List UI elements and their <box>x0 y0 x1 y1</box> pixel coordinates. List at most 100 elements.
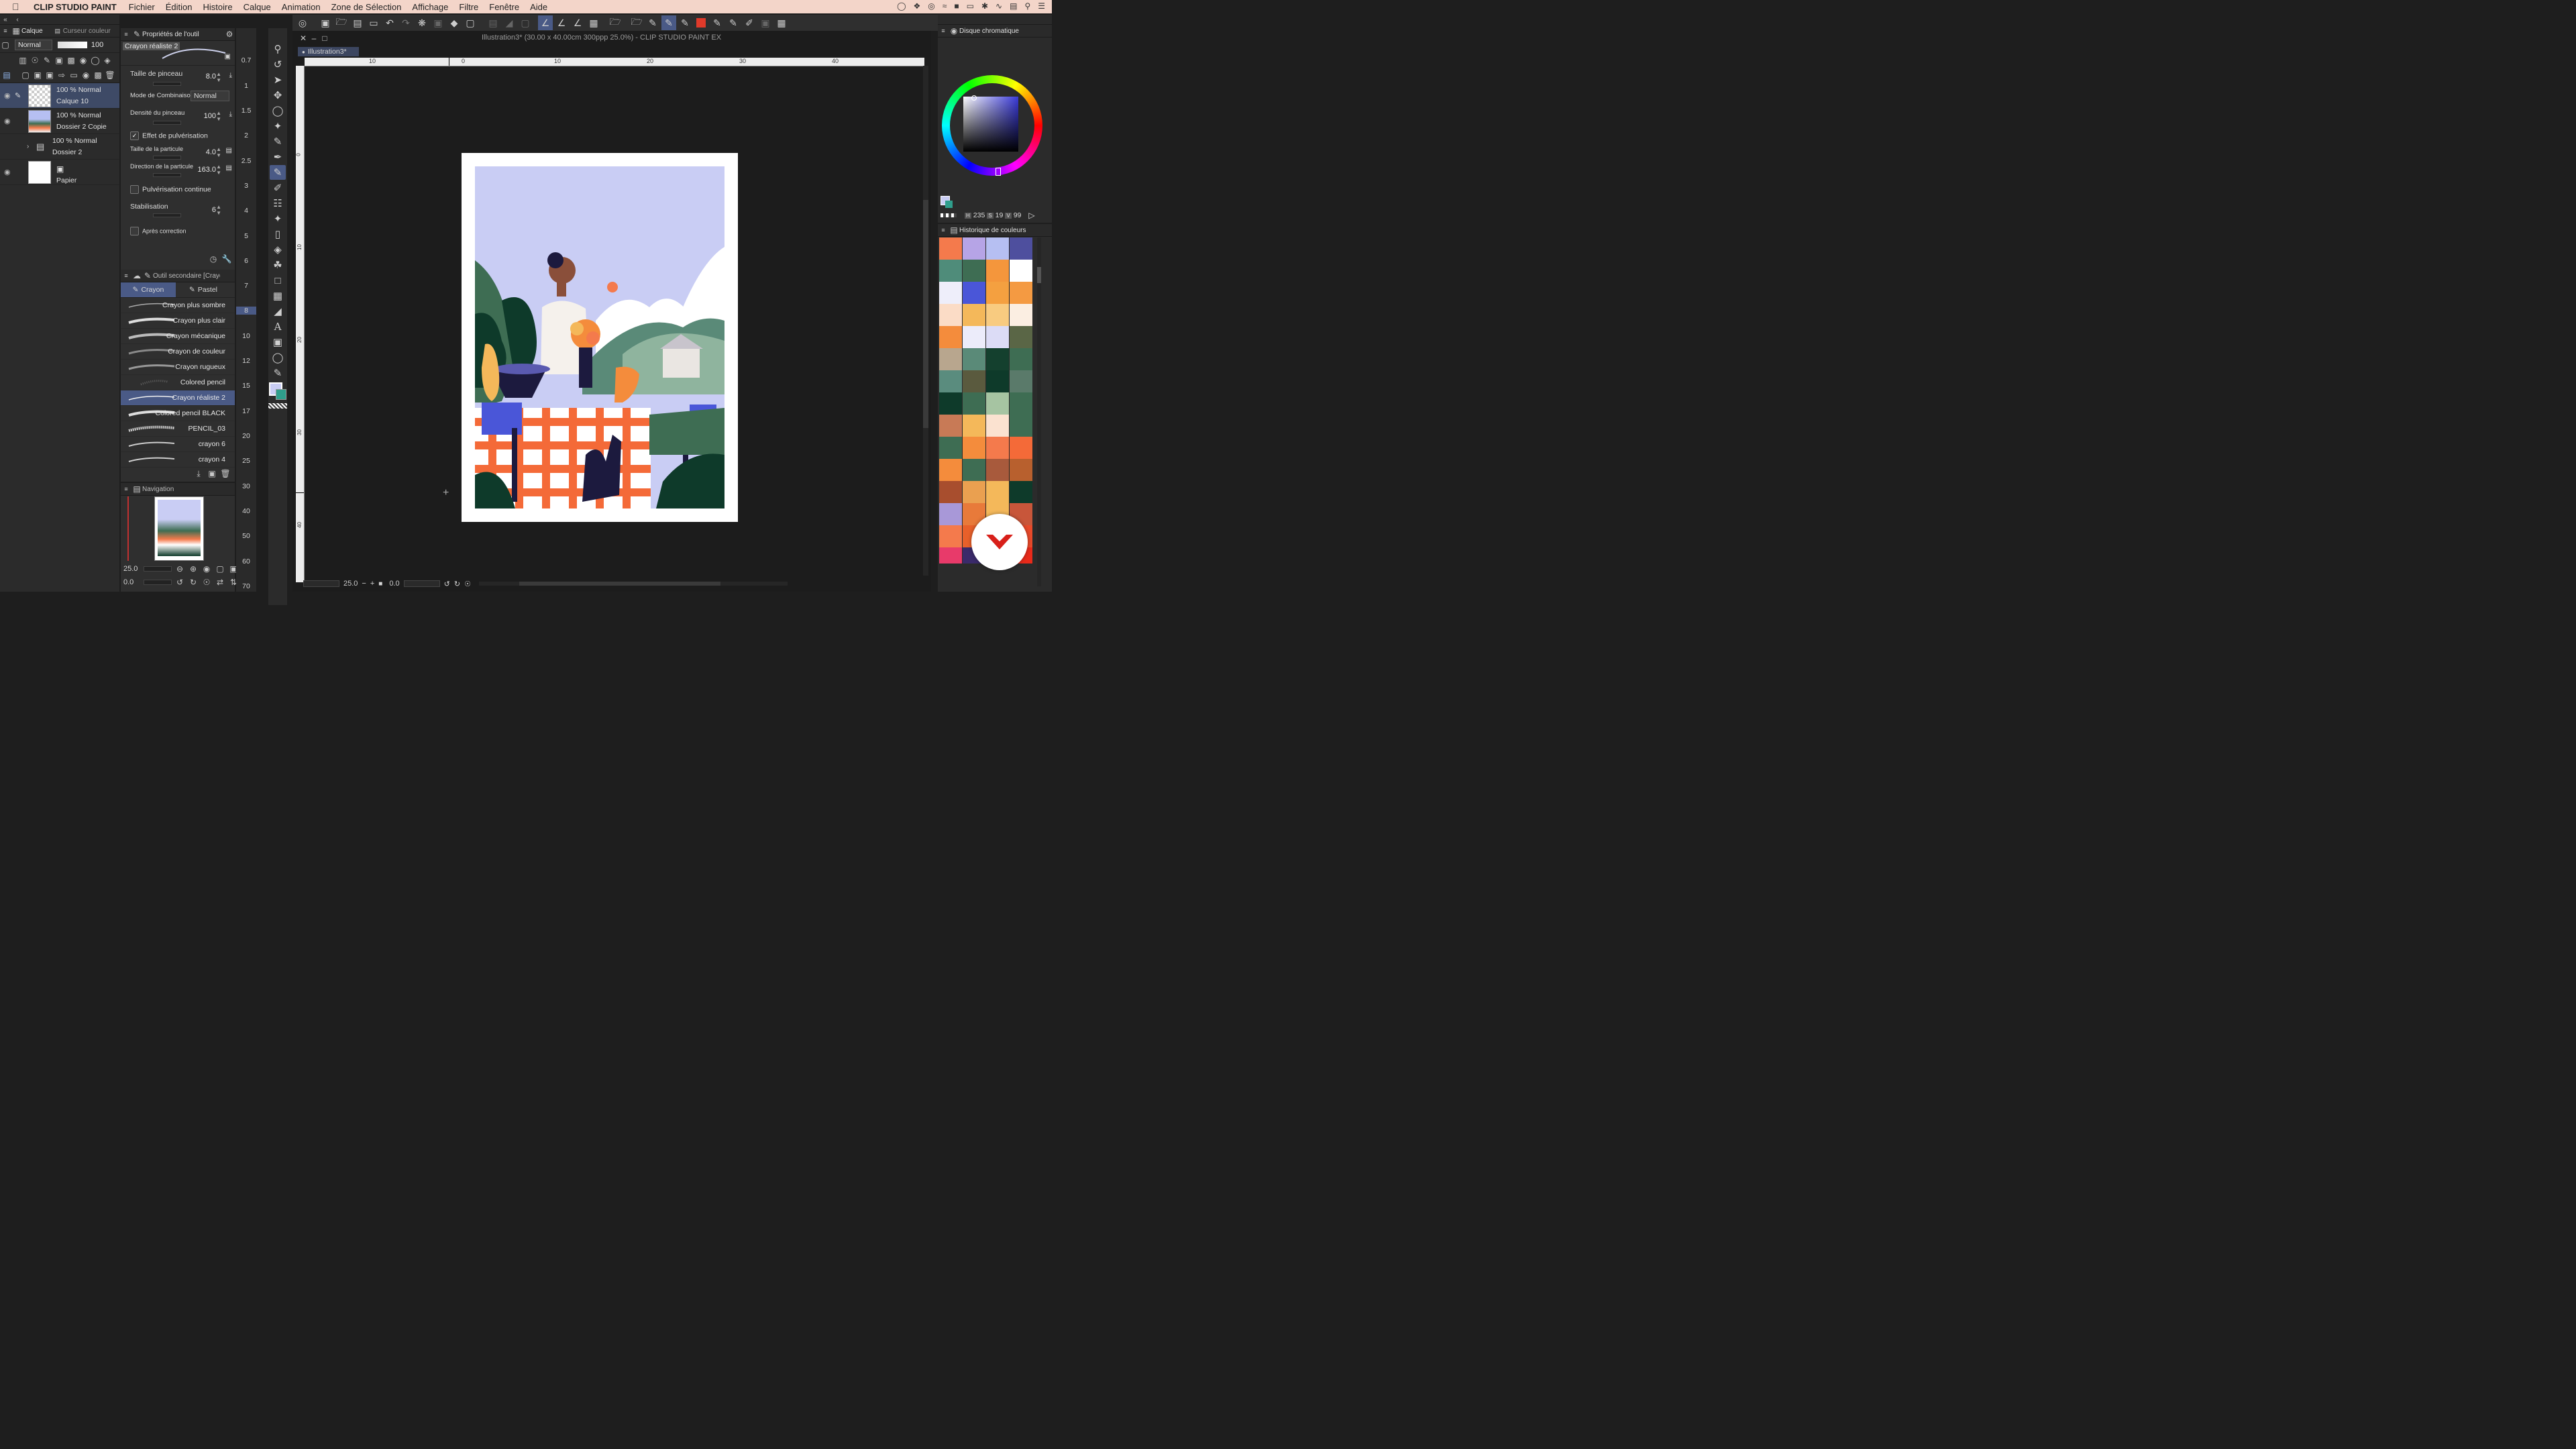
sync-icon[interactable]: ◎ <box>928 1 934 11</box>
color-swatch[interactable] <box>963 282 985 304</box>
snap-ruler-icon[interactable]: ∠ <box>538 15 553 30</box>
sub-color-chip[interactable] <box>945 201 953 208</box>
menu-icon[interactable]: ≡ <box>938 25 949 36</box>
clip-icon[interactable]: ▥ <box>17 55 28 66</box>
stab-slider[interactable] <box>153 213 181 217</box>
layer-view-icon[interactable]: ▤ <box>1 70 12 80</box>
snap-grid-icon[interactable]: ∠ <box>570 15 585 30</box>
zoom-out-icon[interactable]: − <box>362 580 366 588</box>
rotate-left-icon[interactable]: ↺ <box>174 577 185 588</box>
color-swatch[interactable] <box>1010 304 1032 326</box>
wifi-icon[interactable]: ∿ <box>996 1 1002 11</box>
settings-icon[interactable]: ⚙ <box>224 29 235 40</box>
tab-crayon[interactable]: ✎ Crayon <box>121 282 176 297</box>
collapse-right-icon[interactable]: ‹ <box>12 14 23 25</box>
spotlight-search-icon[interactable]: ⚲ <box>1024 1 1030 11</box>
correct-line-tool-icon[interactable]: ✎ <box>270 366 286 380</box>
opacity-value[interactable]: 100 <box>91 41 103 49</box>
particule-row[interactable]: Taille de la particule 4.0 ▲ ▼ ▤ <box>130 145 232 160</box>
brush-item[interactable]: Crayon de couleur <box>121 344 235 360</box>
color-swatch[interactable] <box>963 392 985 415</box>
menu-histoire[interactable]: Histoire <box>203 2 233 12</box>
fit-icon[interactable]: ◉ <box>201 564 212 574</box>
particule-value[interactable]: 4.0 <box>206 148 216 156</box>
effet-pulv-row[interactable]: ✓ Effet de pulvérisation <box>130 131 232 140</box>
color-swatch[interactable] <box>1010 415 1032 437</box>
creative-cloud-icon[interactable]: ◯ <box>897 1 906 11</box>
mask-create-icon[interactable]: ◉ <box>80 70 91 80</box>
eye-icon[interactable]: ◉ <box>4 117 11 125</box>
color-swatch[interactable] <box>963 260 985 282</box>
menu-animation[interactable]: Animation <box>282 2 321 12</box>
airbrush-tool-icon[interactable]: ☷ <box>270 196 286 211</box>
minimize-icon[interactable]: – <box>309 33 319 44</box>
gradient-tool-icon[interactable]: ▣ <box>270 335 286 350</box>
color-swatch[interactable] <box>939 481 962 503</box>
color-swatch[interactable] <box>1010 459 1032 481</box>
ink-shortcut-icon[interactable]: ✎ <box>726 15 741 30</box>
sub-color-chip[interactable] <box>276 389 286 400</box>
menu-filtre[interactable]: Filtre <box>459 2 478 12</box>
tab-curseur-couleur[interactable]: Curseur couleur <box>63 28 111 35</box>
particule-slider[interactable] <box>153 156 181 160</box>
size-preset[interactable]: 25 <box>236 457 256 465</box>
lock-transparent-icon[interactable]: ▩ <box>66 55 76 66</box>
palette-icon[interactable]: ◈ <box>102 55 113 66</box>
size-preset[interactable]: 1 <box>236 82 256 90</box>
color-swatch[interactable] <box>986 370 1009 392</box>
size-preset[interactable]: 2 <box>236 131 256 140</box>
brush-item[interactable]: Crayon mécanique <box>121 329 235 344</box>
color-swatch[interactable] <box>939 370 962 392</box>
dropbox-icon[interactable]: ❖ <box>914 1 921 11</box>
opacity-bar[interactable] <box>57 42 87 48</box>
size-preset[interactable]: 70 <box>236 582 256 590</box>
invert-selection-icon[interactable]: ◢ <box>502 15 517 30</box>
folder-icon[interactable]: 🗁 <box>608 15 623 30</box>
save-icon[interactable]: ▤ <box>350 15 365 30</box>
direction-value[interactable]: 163.0 <box>197 166 216 174</box>
move-tool-icon[interactable]: ✥ <box>270 88 286 103</box>
taille-slider[interactable] <box>153 82 181 86</box>
color-swatch[interactable] <box>939 326 962 348</box>
size-preset[interactable]: 1.5 <box>236 107 256 115</box>
redo-icon[interactable]: ↷ <box>398 15 413 30</box>
airdrop-icon[interactable]: ≈ <box>943 1 947 11</box>
color-swatch[interactable] <box>1010 237 1032 260</box>
trash-icon[interactable]: 🗑 <box>105 70 115 80</box>
color-swatch[interactable] <box>963 415 985 437</box>
color-swatch[interactable] <box>986 260 1009 282</box>
trash-icon[interactable]: 🗑 <box>220 468 231 479</box>
direction-row[interactable]: Direction de la particule 163.0 ▲ ▼ ▤ <box>130 162 232 177</box>
brush-tool-icon[interactable]: ✐ <box>270 180 286 195</box>
size-preset[interactable]: 4 <box>236 207 256 215</box>
zoom-tool-icon[interactable]: ⚲ <box>270 42 286 56</box>
history-scrollbar[interactable] <box>1037 237 1041 586</box>
brush-item[interactable]: PENCIL_03 <box>121 421 235 437</box>
status-angle-slider[interactable] <box>403 580 440 587</box>
open-file-icon[interactable]: 🗁 <box>334 15 349 30</box>
brush-item[interactable]: crayon 6 <box>121 437 235 452</box>
taille-pinceau-row[interactable]: Taille de pinceau 8.0 ▲ ▼ ⤓ <box>130 70 232 86</box>
tab-calque[interactable]: Calque <box>21 28 43 35</box>
frame-tool-icon[interactable]: ▦ <box>270 288 286 303</box>
brush-item[interactable]: Colored pencil <box>121 375 235 390</box>
navigator-preview[interactable] <box>154 496 204 561</box>
color-swatch[interactable] <box>1010 326 1032 348</box>
flip-h-icon[interactable]: ⇄ <box>215 577 225 588</box>
new-vector-icon[interactable]: ▣ <box>32 70 43 80</box>
pencil-shortcut-icon[interactable]: ✎ <box>661 15 676 30</box>
color-swatch[interactable] <box>939 348 962 370</box>
pulv-checkbox[interactable] <box>130 185 139 194</box>
apply-mask-icon[interactable]: ▩ <box>93 70 103 80</box>
pen-tool-icon[interactable]: ✒ <box>270 150 286 164</box>
layer-item[interactable]: › ▤ 100 % Normal Dossier 2 <box>0 134 119 160</box>
merge-icon[interactable]: ▭ <box>68 70 79 80</box>
brush-item[interactable]: Crayon réaliste 2 <box>121 390 235 406</box>
brush-item[interactable]: Crayon plus sombre <box>121 298 235 313</box>
red-color-icon[interactable] <box>694 15 708 30</box>
clear-icon[interactable]: ▣ <box>431 15 445 30</box>
color-swatch[interactable] <box>939 260 962 282</box>
size-preset[interactable]: 10 <box>236 332 256 340</box>
transparent-chip[interactable] <box>941 213 957 217</box>
menu-edition[interactable]: Édition <box>166 2 193 12</box>
